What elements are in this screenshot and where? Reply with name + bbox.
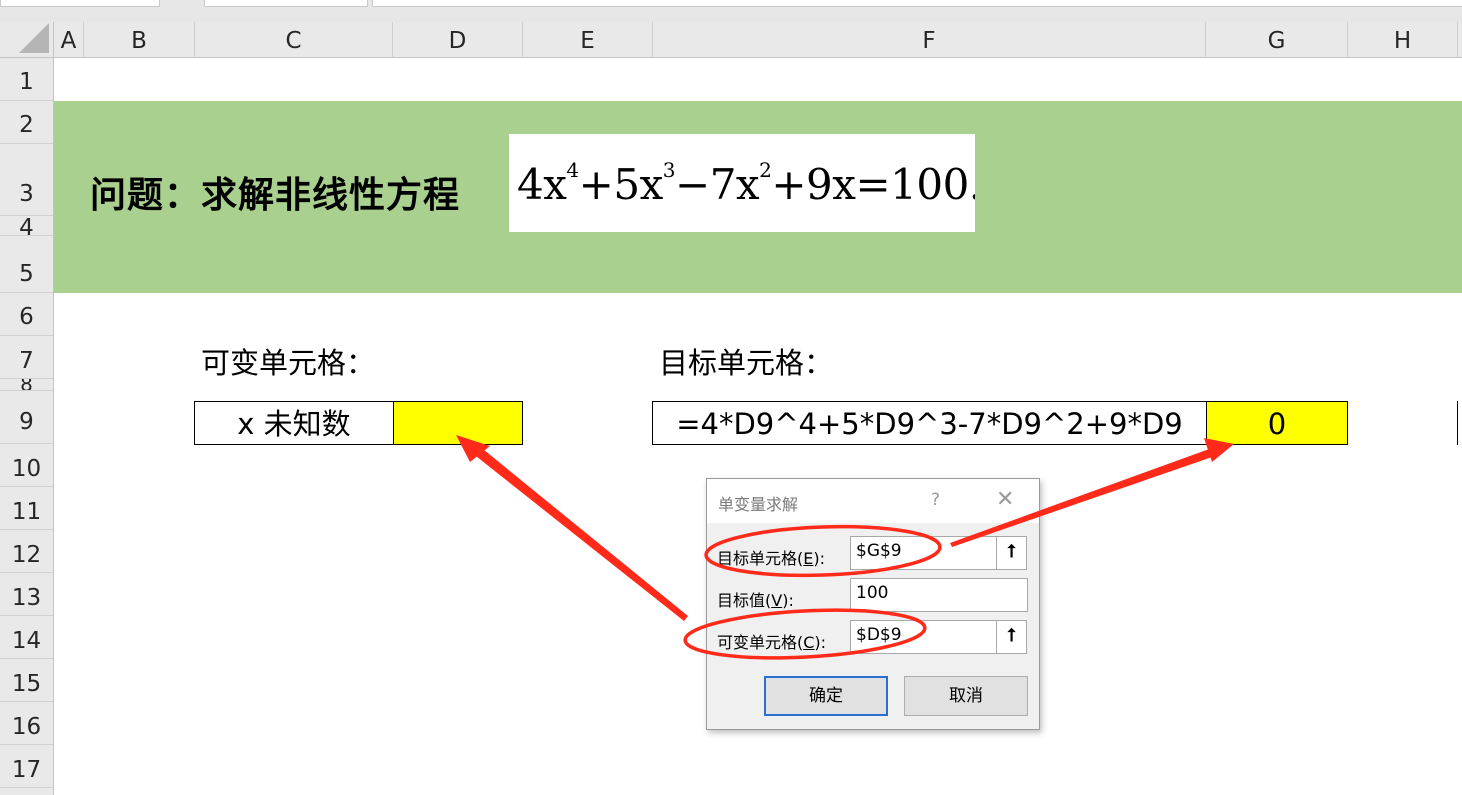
cancel-button[interactable]: 取消	[904, 676, 1028, 716]
variable-cell-heading: 可变单元格：	[201, 346, 376, 380]
target-value-label-suffix: ):	[782, 591, 794, 610]
column-header-a[interactable]: A	[54, 22, 84, 58]
select-all-triangle-icon	[19, 23, 49, 53]
target-cell-label: 目标单元格(E):	[717, 545, 825, 569]
column-header-f[interactable]: F	[653, 22, 1206, 58]
row-header-17[interactable]: 17	[0, 745, 53, 788]
equation-power-2: 3	[662, 158, 676, 182]
row-header-14[interactable]: 14	[0, 616, 53, 659]
column-header: A B C D E F G H	[0, 22, 1462, 58]
row-header-3[interactable]: 3	[0, 144, 53, 216]
column-header-e[interactable]: E	[523, 22, 653, 58]
row-header-16[interactable]: 16	[0, 702, 53, 745]
changing-cell-collapse-icon[interactable]: ⭡	[996, 620, 1027, 654]
equation-term-1: 4x	[517, 160, 567, 209]
target-value-label-text: 目标值(	[717, 591, 772, 610]
formula-bar-strip	[0, 0, 1462, 22]
equation-image: 4x4+5x3−7x2+9x=100.	[509, 134, 975, 232]
row-header-5[interactable]: 5	[0, 236, 53, 293]
variable-value-cell[interactable]	[393, 401, 523, 445]
help-icon[interactable]: ?	[931, 490, 940, 510]
target-value-label: 目标值(V):	[717, 587, 794, 611]
target-value-input[interactable]: 100	[850, 578, 1028, 612]
row-header-13[interactable]: 13	[0, 573, 53, 616]
row-header-7[interactable]: 7	[0, 336, 53, 379]
dialog-titlebar[interactable]: 单变量求解 ? ✕	[707, 479, 1039, 523]
equation-text: 4x4+5x3−7x2+9x=100.	[517, 158, 975, 209]
changing-cell-accelerator: C	[803, 633, 815, 652]
column-header-b[interactable]: B	[84, 22, 195, 58]
changing-cell-label: 可变单元格(C):	[717, 629, 826, 653]
dialog-title: 单变量求解	[718, 495, 799, 514]
row-header-11[interactable]: 11	[0, 487, 53, 530]
unknown-x-label-cell[interactable]: x 未知数	[194, 401, 394, 445]
select-all-corner[interactable]	[0, 22, 54, 58]
target-cell-input[interactable]: $G$9	[850, 536, 997, 570]
equation-term-3: −7x	[675, 160, 760, 209]
row-header-15[interactable]: 15	[0, 659, 53, 702]
changing-cell-label-text: 可变单元格(	[717, 633, 804, 652]
target-value-accelerator: V	[771, 591, 783, 610]
column-header-d[interactable]: D	[393, 22, 523, 58]
name-box[interactable]	[0, 0, 160, 7]
changing-cell-label-suffix: ):	[814, 633, 827, 652]
offscreen-cell-edge	[1457, 401, 1462, 445]
column-header-g[interactable]: G	[1206, 22, 1348, 58]
row-header-6[interactable]: 6	[0, 293, 53, 336]
formula-text-cell[interactable]: =4*D9^4+5*D9^3-7*D9^2+9*D9	[652, 401, 1207, 445]
toolbar-box[interactable]	[204, 0, 368, 7]
target-result-cell[interactable]: 0	[1206, 401, 1348, 445]
row-header-1[interactable]: 1	[0, 58, 53, 101]
column-header-c[interactable]: C	[195, 22, 393, 58]
ok-button[interactable]: 确定	[764, 676, 888, 716]
changing-cell-input[interactable]: $D$9	[850, 620, 997, 654]
column-header-h[interactable]: H	[1348, 22, 1458, 58]
row-header-12[interactable]: 12	[0, 530, 53, 573]
equation-term-4: +9x=100.	[771, 160, 975, 209]
close-icon[interactable]: ✕	[996, 487, 1014, 512]
target-cell-collapse-icon[interactable]: ⭡	[996, 536, 1027, 570]
target-cell-accelerator: E	[803, 549, 814, 568]
problem-title: 问题：求解非线性方程	[90, 175, 461, 216]
row-header: 1 2 3 4 5 6 7 8 9 10 11 12 13 14 15 16 1…	[0, 58, 54, 795]
equation-power-3: 2	[759, 158, 772, 182]
arrow-to-variable-cell-icon	[467, 441, 688, 621]
goal-seek-dialog: 单变量求解 ? ✕ 目标单元格(E): $G$9 ⭡ 目标值(V): 100 可…	[706, 478, 1040, 730]
row-header-10[interactable]: 10	[0, 444, 53, 487]
target-cell-heading: 目标单元格：	[659, 346, 834, 380]
equation-power-1: 4	[566, 158, 579, 182]
formula-input[interactable]	[372, 0, 1462, 7]
target-cell-label-suffix: ):	[813, 549, 825, 568]
row-header-2[interactable]: 2	[0, 101, 53, 144]
row-header-4[interactable]: 4	[0, 216, 53, 240]
equation-term-2: +5x	[578, 160, 664, 209]
target-cell-label-text: 目标单元格(	[717, 549, 804, 568]
row-header-8[interactable]: 8	[0, 379, 53, 391]
row-header-9[interactable]: 9	[0, 391, 53, 444]
